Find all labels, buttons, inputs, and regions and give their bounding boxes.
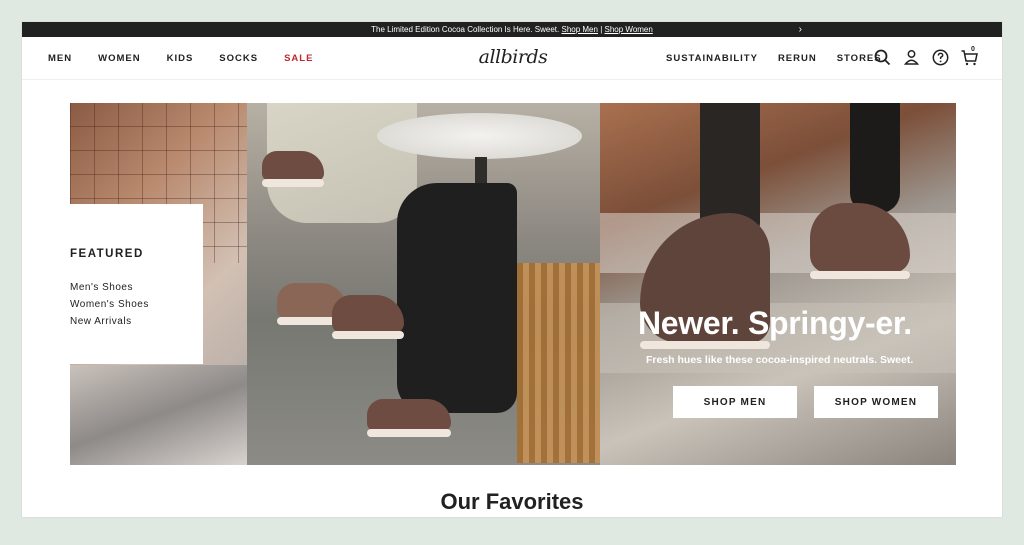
browser-viewport: The Limited Edition Cocoa Collection Is …	[22, 22, 1002, 517]
site-header: MEN WOMEN KIDS SOCKS SALE allbirds SUSTA…	[22, 37, 1002, 79]
featured-link-womens-shoes[interactable]: Women's Shoes	[70, 296, 149, 313]
chevron-right-icon[interactable]: ›	[799, 22, 802, 37]
hero-subtitle: Fresh hues like these cocoa-inspired neu…	[646, 354, 914, 366]
featured-link-mens-shoes[interactable]: Men's Shoes	[70, 279, 149, 296]
secondary-nav: SUSTAINABILITY RERUN STORES	[666, 37, 902, 79]
hero-image-cafe	[247, 103, 607, 465]
hero-banner: FEATURED Men's Shoes Women's Shoes New A…	[70, 103, 956, 465]
hero-image-stairs: Newer. Springy-er. Fresh hues like these…	[600, 103, 956, 465]
hero-image-left: FEATURED Men's Shoes Women's Shoes New A…	[70, 103, 247, 465]
nav-rerun[interactable]: RERUN	[778, 53, 817, 64]
nav-sustainability[interactable]: SUSTAINABILITY	[666, 53, 758, 64]
site-logo[interactable]: allbirds	[477, 44, 549, 70]
hero-title: Newer. Springy-er.	[638, 305, 912, 341]
header-icons: 0	[873, 46, 979, 67]
primary-nav: MEN WOMEN KIDS SOCKS SALE	[48, 37, 339, 79]
cart-icon[interactable]: 0	[960, 46, 979, 67]
nav-women[interactable]: WOMEN	[98, 53, 140, 64]
announcement-separator: |	[600, 25, 603, 34]
featured-links: Men's Shoes Women's Shoes New Arrivals	[70, 279, 149, 330]
help-icon[interactable]	[931, 48, 950, 67]
shop-men-button[interactable]: SHOP MEN	[673, 386, 797, 418]
shop-women-button[interactable]: SHOP WOMEN	[814, 386, 938, 418]
featured-link-new-arrivals[interactable]: New Arrivals	[70, 313, 149, 330]
announcement-text: The Limited Edition Cocoa Collection Is …	[371, 25, 560, 34]
nav-socks[interactable]: SOCKS	[219, 53, 258, 64]
account-icon[interactable]	[902, 48, 921, 67]
nav-men[interactable]: MEN	[48, 53, 72, 64]
featured-menu: FEATURED Men's Shoes Women's Shoes New A…	[70, 204, 203, 364]
announcement-bar: The Limited Edition Cocoa Collection Is …	[22, 22, 1002, 37]
featured-heading: FEATURED	[70, 248, 144, 260]
nav-kids[interactable]: KIDS	[167, 53, 194, 64]
announcement-shop-men-link[interactable]: Shop Men	[561, 25, 597, 34]
section-title-our-favorites: Our Favorites	[440, 489, 584, 514]
nav-sale[interactable]: SALE	[284, 53, 313, 64]
cart-count-badge: 0	[971, 46, 975, 53]
announcement-shop-women-link[interactable]: Shop Women	[605, 25, 653, 34]
search-icon[interactable]	[873, 48, 892, 67]
